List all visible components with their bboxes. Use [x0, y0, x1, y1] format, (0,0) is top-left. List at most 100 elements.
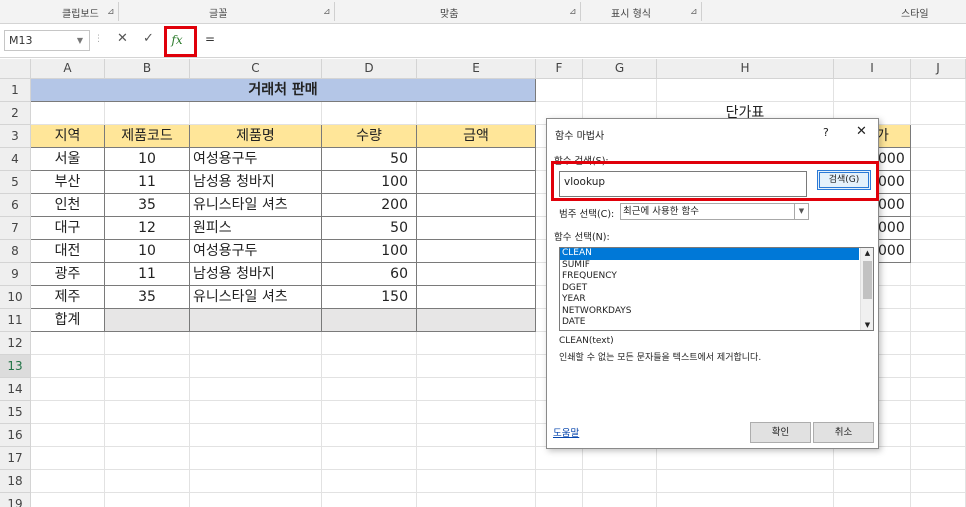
cell-empty[interactable]: [417, 470, 536, 493]
help-icon[interactable]: ?: [823, 126, 829, 139]
cell-empty[interactable]: [31, 424, 105, 447]
table-cell[interactable]: 50: [322, 217, 417, 240]
cell-empty[interactable]: [417, 401, 536, 424]
total-cell[interactable]: [417, 309, 536, 332]
cell-empty[interactable]: [31, 378, 105, 401]
row-header-18[interactable]: 18: [0, 470, 31, 493]
row-header-7[interactable]: 7: [0, 217, 31, 240]
cell-empty[interactable]: [31, 493, 105, 507]
cell-empty[interactable]: [190, 401, 322, 424]
cell-empty[interactable]: [583, 79, 657, 102]
cell-empty[interactable]: [190, 470, 322, 493]
table-header-cell[interactable]: 지역: [31, 125, 105, 148]
scroll-thumb[interactable]: [863, 261, 872, 299]
table-header-cell[interactable]: 금액: [417, 125, 536, 148]
table-cell[interactable]: 제주: [31, 286, 105, 309]
row-header-17[interactable]: 17: [0, 447, 31, 470]
cell-empty[interactable]: [657, 493, 834, 507]
table-cell[interactable]: [417, 240, 536, 263]
cell-empty[interactable]: [657, 470, 834, 493]
table-cell[interactable]: [417, 286, 536, 309]
table-cell[interactable]: 대전: [31, 240, 105, 263]
cell-empty[interactable]: [911, 125, 966, 148]
cell-empty[interactable]: [105, 355, 190, 378]
cell-empty[interactable]: [322, 447, 417, 470]
table-cell[interactable]: 10: [105, 148, 190, 171]
cell-empty[interactable]: [911, 217, 966, 240]
column-header-f[interactable]: F: [536, 59, 583, 79]
name-box[interactable]: M13 ▼: [4, 30, 90, 51]
function-list-item[interactable]: DGET: [560, 283, 873, 295]
cell-empty[interactable]: [911, 378, 966, 401]
cell-empty[interactable]: [911, 286, 966, 309]
cell-empty[interactable]: [911, 355, 966, 378]
cell-empty[interactable]: [417, 447, 536, 470]
table-cell[interactable]: 서울: [31, 148, 105, 171]
table-cell[interactable]: [417, 263, 536, 286]
table-cell[interactable]: 60: [322, 263, 417, 286]
cell-empty[interactable]: [911, 332, 966, 355]
table-cell[interactable]: 여성용구두: [190, 148, 322, 171]
table-cell[interactable]: 35: [105, 194, 190, 217]
column-header-d[interactable]: D: [322, 59, 417, 79]
row-header-6[interactable]: 6: [0, 194, 31, 217]
chevron-down-icon[interactable]: ▼: [77, 31, 83, 50]
cell-empty[interactable]: [583, 470, 657, 493]
function-list-scrollbar[interactable]: ▲ ▼: [860, 248, 873, 330]
cell-empty[interactable]: [911, 194, 966, 217]
total-cell[interactable]: [322, 309, 417, 332]
font-launcher-icon[interactable]: ⊿: [323, 7, 331, 17]
cell-empty[interactable]: [31, 332, 105, 355]
column-header-c[interactable]: C: [190, 59, 322, 79]
total-label-cell[interactable]: 합계: [31, 309, 105, 332]
cell-empty[interactable]: [417, 493, 536, 507]
cell-empty[interactable]: [190, 378, 322, 401]
cell-empty[interactable]: [911, 171, 966, 194]
cell-empty[interactable]: [536, 470, 583, 493]
cell-empty[interactable]: [190, 493, 322, 507]
table-cell[interactable]: 100: [322, 240, 417, 263]
row-header-5[interactable]: 5: [0, 171, 31, 194]
row-header-16[interactable]: 16: [0, 424, 31, 447]
total-cell[interactable]: [105, 309, 190, 332]
cell-empty[interactable]: [911, 148, 966, 171]
cell-empty[interactable]: [190, 332, 322, 355]
table-header-cell[interactable]: 제품코드: [105, 125, 190, 148]
cell-empty[interactable]: [417, 355, 536, 378]
table-cell[interactable]: 12: [105, 217, 190, 240]
number-launcher-icon[interactable]: ⊿: [690, 7, 698, 17]
cell-empty[interactable]: [536, 447, 583, 470]
cell-empty[interactable]: [105, 332, 190, 355]
cell-empty[interactable]: [911, 401, 966, 424]
cell-empty[interactable]: [417, 378, 536, 401]
cell-empty[interactable]: [31, 470, 105, 493]
scroll-up-icon[interactable]: ▲: [861, 249, 873, 257]
clipboard-launcher-icon[interactable]: ⊿: [107, 7, 115, 17]
row-header-13[interactable]: 13: [0, 355, 31, 378]
chevron-down-icon[interactable]: ▼: [794, 204, 808, 219]
table-cell[interactable]: 남성용 청바지: [190, 171, 322, 194]
cancel-icon[interactable]: ✕: [117, 31, 128, 46]
cell-empty[interactable]: [190, 447, 322, 470]
enter-icon[interactable]: ✓: [143, 31, 154, 46]
cell-empty[interactable]: [322, 102, 417, 125]
cell-empty[interactable]: [190, 424, 322, 447]
function-list-item[interactable]: FREQUENCY: [560, 271, 873, 283]
cell-empty[interactable]: [190, 102, 322, 125]
row-header-10[interactable]: 10: [0, 286, 31, 309]
row-header-15[interactable]: 15: [0, 401, 31, 424]
cell-empty[interactable]: [190, 355, 322, 378]
cell-empty[interactable]: [583, 493, 657, 507]
function-list-item[interactable]: SUMIF: [560, 260, 873, 272]
cell-empty[interactable]: [31, 102, 105, 125]
function-list-item[interactable]: DATE: [560, 317, 873, 329]
table-cell[interactable]: 대구: [31, 217, 105, 240]
row-header-14[interactable]: 14: [0, 378, 31, 401]
cell-empty[interactable]: [657, 79, 834, 102]
cell-empty[interactable]: [322, 355, 417, 378]
cell-empty[interactable]: [834, 79, 911, 102]
row-header-4[interactable]: 4: [0, 148, 31, 171]
table-cell[interactable]: 광주: [31, 263, 105, 286]
cell-empty[interactable]: [105, 470, 190, 493]
cell-empty[interactable]: [322, 378, 417, 401]
